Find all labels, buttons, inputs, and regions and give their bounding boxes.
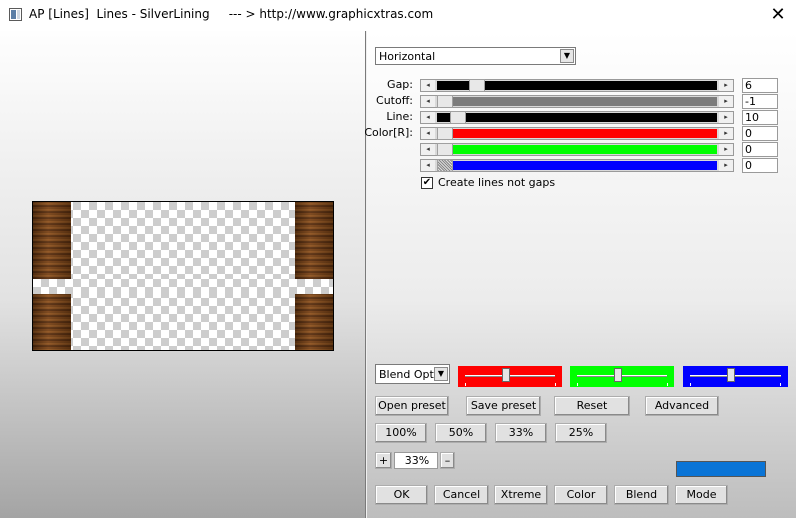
color-slider-tick: [780, 383, 781, 386]
zoom-25-button[interactable]: 25%: [555, 423, 607, 443]
slider-left-arrow-icon[interactable]: ◂: [421, 112, 435, 123]
color-slider-tick: [465, 383, 466, 386]
slider-value-field[interactable]: 0: [742, 142, 778, 157]
color-slider-thumb[interactable]: [502, 368, 510, 382]
zoom-33-button[interactable]: 33%: [495, 423, 547, 443]
ok-button[interactable]: OK: [375, 485, 428, 505]
slider-thumb[interactable]: [469, 79, 485, 92]
blend-options-select[interactable]: Blend Optio ▼: [375, 364, 450, 384]
direction-select-value: Horizontal: [379, 50, 436, 63]
value-slider[interactable]: ◂ ▸: [420, 95, 734, 108]
zoom-50-button[interactable]: 50%: [435, 423, 487, 443]
red-color-slider[interactable]: [458, 366, 562, 387]
direction-select[interactable]: Horizontal ▼: [375, 47, 576, 65]
slider-thumb[interactable]: [450, 111, 466, 124]
color-slider-thumb[interactable]: [727, 368, 735, 382]
window-title: AP [Lines] Lines - SilverLining --- > ht…: [29, 7, 434, 21]
zoom-plus-button[interactable]: +: [375, 452, 392, 469]
slider-track: [437, 113, 717, 122]
slider-thumb[interactable]: [437, 143, 453, 156]
slider-thumb[interactable]: [437, 127, 453, 140]
advanced-button[interactable]: Advanced: [645, 396, 719, 416]
color-slider-tick: [555, 383, 556, 386]
wood-block-bottom-right: [295, 294, 333, 350]
slider-value-field[interactable]: -1: [742, 94, 778, 109]
preview-image[interactable]: [32, 201, 334, 351]
slider-left-arrow-icon[interactable]: ◂: [421, 160, 435, 171]
create-lines-checkbox[interactable]: ✔: [421, 177, 433, 189]
slider-track: [437, 129, 717, 138]
color-button[interactable]: Color: [554, 485, 608, 505]
slider-right-arrow-icon[interactable]: ▸: [719, 160, 733, 171]
slider-label: Gap:: [387, 78, 413, 91]
zoom-value-field[interactable]: 33%: [394, 452, 438, 469]
color-slider-track: [465, 375, 555, 377]
slider-track: [437, 161, 717, 170]
slider-right-arrow-icon[interactable]: ▸: [719, 112, 733, 123]
cancel-button[interactable]: Cancel: [434, 485, 489, 505]
color-slider-tick: [667, 383, 668, 386]
wood-block-top-right: [295, 202, 333, 279]
blue-color-slider[interactable]: [683, 366, 788, 387]
color-slider-tick: [690, 383, 691, 386]
slider-left-arrow-icon[interactable]: ◂: [421, 80, 435, 91]
zoom-minus-button[interactable]: –: [440, 452, 455, 469]
color-slider-tick: [577, 383, 578, 386]
reset-button[interactable]: Reset: [554, 396, 630, 416]
slider-track: [437, 97, 717, 106]
color-slider-track: [690, 375, 781, 377]
slider-label: Cutoff:: [376, 94, 413, 107]
create-lines-label: Create lines not gaps: [438, 176, 556, 189]
slider-value-field[interactable]: 0: [742, 126, 778, 141]
save-preset-button[interactable]: Save preset: [466, 396, 541, 416]
blend-button[interactable]: Blend: [614, 485, 669, 505]
slider-track: [437, 145, 717, 154]
slider-label: Color[R]:: [364, 126, 413, 139]
wood-block-top-left: [33, 202, 71, 279]
slider-left-arrow-icon[interactable]: ◂: [421, 144, 435, 155]
value-slider[interactable]: ◂ ▸: [420, 143, 734, 156]
slider-left-arrow-icon[interactable]: ◂: [421, 96, 435, 107]
slider-right-arrow-icon[interactable]: ▸: [719, 144, 733, 155]
green-color-slider[interactable]: [570, 366, 674, 387]
chevron-down-icon: ▼: [434, 367, 448, 381]
zoom-100-button[interactable]: 100%: [375, 423, 427, 443]
slider-left-arrow-icon[interactable]: ◂: [421, 128, 435, 139]
xtreme-button[interactable]: Xtreme: [494, 485, 548, 505]
value-slider[interactable]: ◂ ▸: [420, 79, 734, 92]
color-slider-thumb[interactable]: [614, 368, 622, 382]
slider-right-arrow-icon[interactable]: ▸: [719, 80, 733, 91]
slider-thumb[interactable]: [437, 159, 453, 172]
value-slider[interactable]: ◂ ▸: [420, 111, 734, 124]
value-slider[interactable]: ◂ ▸: [420, 127, 734, 140]
slider-right-arrow-icon[interactable]: ▸: [719, 96, 733, 107]
mode-button[interactable]: Mode: [675, 485, 728, 505]
slider-value-field[interactable]: 6: [742, 78, 778, 93]
title-bar: AP [Lines] Lines - SilverLining --- > ht…: [0, 0, 796, 31]
chevron-down-icon: ▼: [560, 49, 574, 63]
wood-block-bottom-left: [33, 294, 71, 350]
close-icon[interactable]: ✕: [760, 0, 796, 31]
slider-right-arrow-icon[interactable]: ▸: [719, 128, 733, 139]
slider-value-field[interactable]: 10: [742, 110, 778, 125]
slider-label: Line:: [386, 110, 413, 123]
value-slider[interactable]: ◂ ▸: [420, 159, 734, 172]
color-slider-track: [577, 375, 667, 377]
gap-strip: [33, 279, 333, 294]
app-icon: [9, 8, 22, 21]
slider-value-field[interactable]: 0: [742, 158, 778, 173]
blend-options-value: Blend Optio: [379, 368, 435, 381]
open-preset-button[interactable]: Open preset: [375, 396, 449, 416]
slider-thumb[interactable]: [437, 95, 453, 108]
color-swatch[interactable]: [676, 461, 766, 477]
